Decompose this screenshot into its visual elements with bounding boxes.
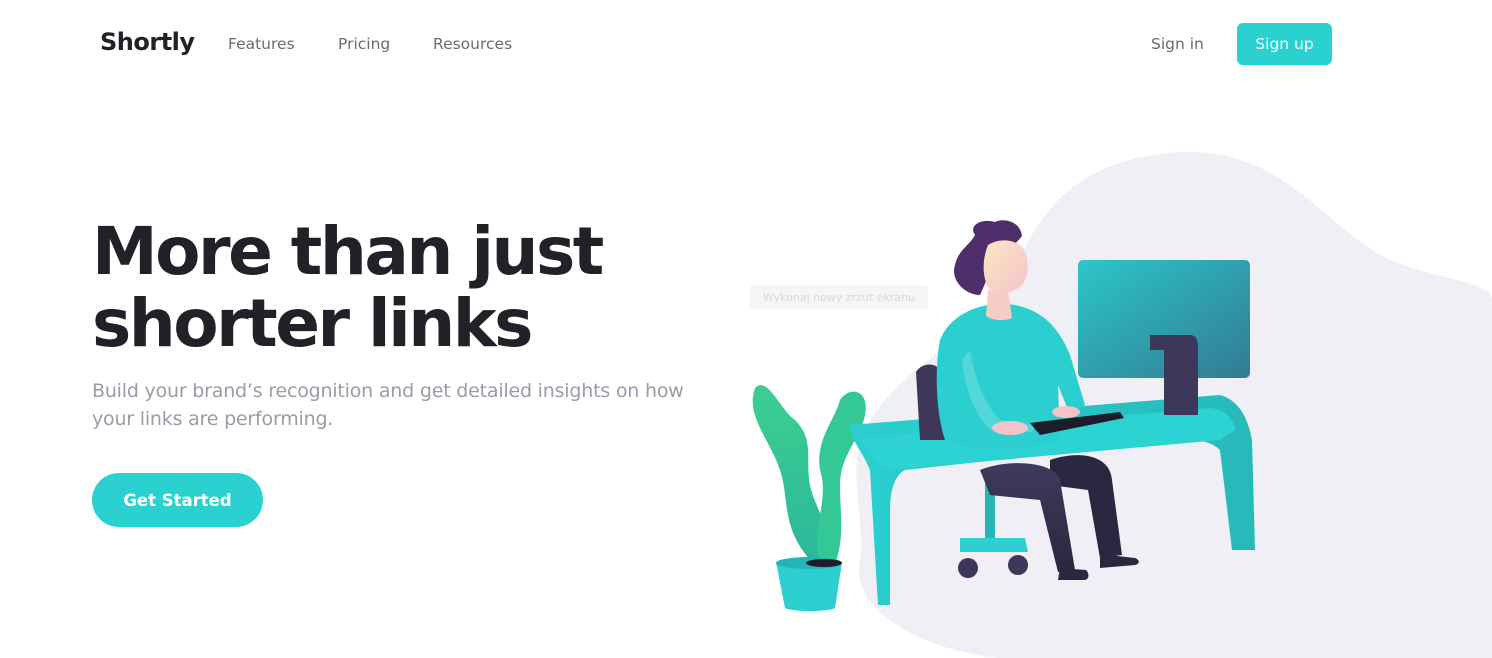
landing-page: Shortly Features Pricing Resources Sign … xyxy=(0,0,1492,658)
hero-subtitle: Build your brand’s recognition and get d… xyxy=(92,380,684,430)
person-neck xyxy=(986,290,1012,321)
person-working-illustration xyxy=(752,151,1492,658)
hero-title: More than just shorter links xyxy=(92,213,604,362)
get-started-button[interactable]: Get Started xyxy=(92,473,263,527)
person-hand-right xyxy=(1052,406,1080,418)
plant-pot xyxy=(776,562,842,611)
person-face xyxy=(983,240,1028,292)
person-hand-left xyxy=(992,421,1028,435)
nav-link-pricing[interactable]: Pricing xyxy=(338,35,390,53)
nav-link-features[interactable]: Features xyxy=(228,35,295,53)
chair-wheel-left xyxy=(958,558,978,578)
chair-base xyxy=(960,538,1028,552)
chair-wheel-right xyxy=(1008,555,1028,575)
screenshot-tooltip: Wykonaj nowy zrzut ekranu xyxy=(750,285,928,309)
logo[interactable]: Shortly xyxy=(100,28,195,56)
sign-in-link[interactable]: Sign in xyxy=(1151,35,1204,53)
sign-up-button[interactable]: Sign up xyxy=(1237,23,1332,65)
plant-leaf-left xyxy=(752,385,828,565)
nav-link-resources[interactable]: Resources xyxy=(433,35,512,53)
